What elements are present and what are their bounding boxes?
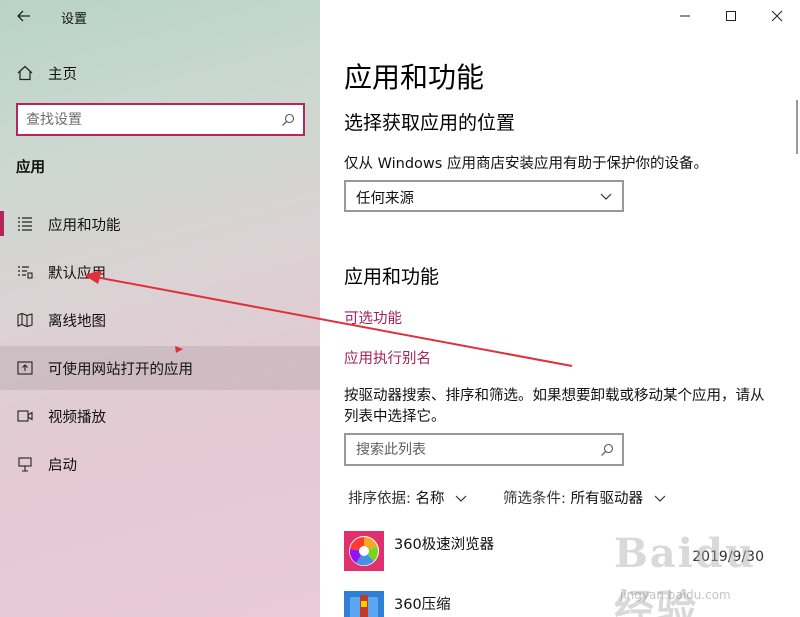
startup-icon [18, 457, 32, 472]
home-icon [17, 65, 33, 81]
sidebar-section-title: 应用 [16, 160, 45, 176]
zip-360-icon [344, 591, 384, 617]
app-name: 360压缩 [394, 597, 451, 613]
map-icon [17, 312, 33, 328]
close-button[interactable] [754, 0, 800, 32]
sidebar-home-label: 主页 [48, 67, 77, 83]
sidebar-item-default-apps[interactable]: 默认应用 [0, 250, 320, 294]
app-name: 360极速浏览器 [394, 537, 495, 553]
close-icon [771, 10, 783, 22]
sort-value: 名称 [415, 491, 445, 507]
sort-by-dropdown[interactable]: 排序依据: 名称 [348, 487, 467, 508]
sidebar-item-apps-features[interactable]: 应用和功能 [0, 202, 320, 246]
apps-section-title: 应用和功能 [344, 266, 440, 288]
app-install-date: 2019/9/30 [692, 549, 764, 565]
search-icon[interactable] [600, 443, 614, 457]
sidebar-item-startup[interactable]: 启动 [0, 442, 320, 486]
sidebar-item-label: 默认应用 [48, 266, 106, 282]
filter-label: 筛选条件: [503, 491, 566, 507]
back-button[interactable] [8, 4, 40, 28]
page-title: 应用和功能 [344, 61, 485, 94]
app-list-item[interactable]: 360极速浏览器 2019/9/30 [344, 531, 794, 581]
apps-list-icon [18, 217, 32, 231]
apps-section-description: 按驱动器搜索、排序和筛选。如果想要卸载或移动某个应用，请从列表中选择它。 [344, 388, 765, 425]
sidebar-item-offline-maps[interactable]: 离线地图 [0, 298, 320, 342]
maximize-button[interactable] [708, 0, 754, 32]
settings-sidebar: 设置 主页 应用 应用和功能 默认应用 离线地图 [0, 0, 320, 617]
window-title: 设置 [61, 12, 88, 27]
filter-by-dropdown[interactable]: 筛选条件: 所有驱动器 [503, 487, 666, 508]
main-content: 应用和功能 选择获取应用的位置 仅从 Windows 应用商店安装应用有助于保护… [320, 0, 800, 617]
sidebar-item-label: 启动 [48, 458, 77, 474]
dropdown-value: 任何来源 [356, 191, 414, 207]
maximize-icon [726, 11, 736, 21]
chevron-down-icon [455, 495, 467, 502]
filter-value: 所有驱动器 [570, 491, 644, 507]
install-description: 仅从 Windows 应用商店安装应用有助于保护你的设备。 [344, 156, 708, 172]
sidebar-item-video-playback[interactable]: 视频播放 [0, 394, 320, 438]
app-list-search-input[interactable] [356, 440, 586, 460]
optional-features-link[interactable]: 可选功能 [344, 307, 402, 328]
sort-label: 排序依据: [348, 491, 411, 507]
sidebar-item-home[interactable]: 主页 [0, 51, 320, 95]
sidebar-item-label: 离线地图 [48, 314, 106, 330]
sidebar-item-label: 视频播放 [48, 410, 106, 426]
chevron-down-icon [600, 193, 612, 200]
app-list-search-box[interactable] [344, 433, 624, 466]
sidebar-item-label: 可使用网站打开的应用 [48, 362, 193, 378]
video-icon [17, 410, 33, 422]
install-section-title: 选择获取应用的位置 [344, 112, 516, 134]
app-source-dropdown[interactable]: 任何来源 [344, 180, 624, 212]
sidebar-item-apps-for-websites[interactable]: 可使用网站打开的应用 [0, 346, 320, 390]
minimize-button[interactable] [662, 0, 708, 32]
settings-search-input[interactable] [26, 110, 266, 130]
browser-360-icon [344, 531, 384, 571]
title-bar-left: 设置 [0, 0, 320, 32]
back-arrow-icon [17, 10, 30, 22]
settings-search-box[interactable] [16, 103, 305, 136]
app-list-item[interactable]: 360压缩 [344, 591, 794, 617]
chevron-down-icon [654, 495, 666, 502]
open-website-icon [17, 361, 33, 375]
minimize-icon [680, 15, 690, 17]
sidebar-item-label: 应用和功能 [48, 218, 121, 234]
scrollbar[interactable] [796, 100, 798, 154]
search-icon[interactable] [281, 113, 295, 127]
default-apps-icon [18, 266, 33, 279]
app-execution-alias-link[interactable]: 应用执行别名 [344, 347, 431, 368]
